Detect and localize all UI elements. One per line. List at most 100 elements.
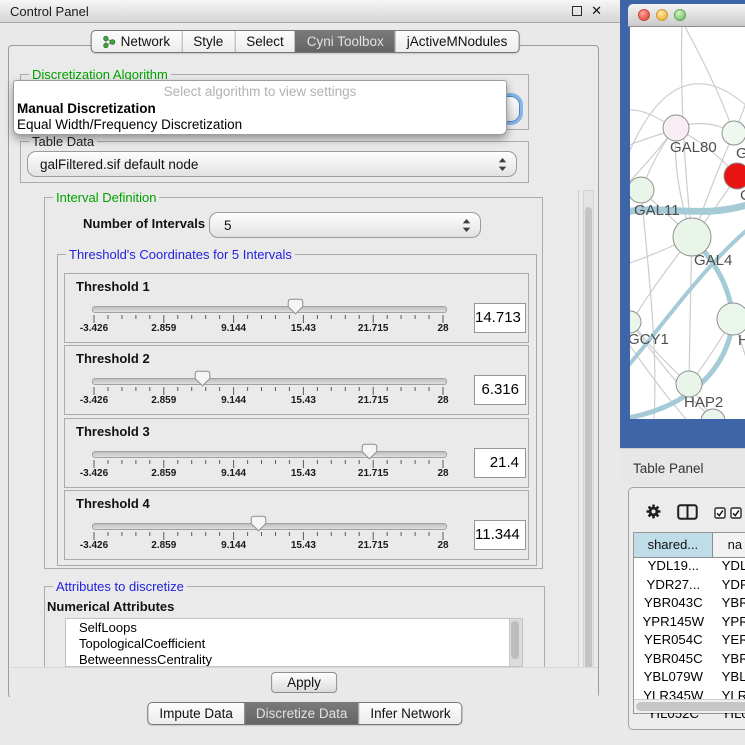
- checkbox-icon[interactable]: [714, 507, 726, 519]
- network-node-gal80[interactable]: [663, 115, 689, 141]
- close-traffic-light[interactable]: [638, 9, 650, 21]
- threshold-value-field[interactable]: 21.4: [474, 448, 526, 478]
- attribute-item[interactable]: SelfLoops: [79, 620, 522, 636]
- network-node-gal11[interactable]: [630, 177, 654, 203]
- tab-cyni-toolbox[interactable]: Cyni Toolbox: [295, 31, 395, 52]
- cell-shared-name[interactable]: YPR145W: [634, 614, 713, 633]
- tick-label: 28: [437, 323, 448, 334]
- attributes-list[interactable]: SelfLoopsTopologicalCoefficientBetweenne…: [65, 618, 523, 667]
- slider-track[interactable]: [92, 306, 447, 313]
- apply-button[interactable]: Apply: [271, 672, 337, 693]
- threshold-value-field[interactable]: 14.713: [474, 303, 526, 333]
- network-node-ga[interactable]: [722, 121, 745, 145]
- tick-label: -3.426: [80, 540, 108, 551]
- attribute-item[interactable]: BetweennessCentrality: [79, 652, 522, 667]
- tab-jactivemnodules[interactable]: jActiveMNodules: [395, 31, 519, 52]
- table-row[interactable]: YBR045CYBR0: [634, 651, 745, 670]
- panel-inner-edge: [578, 190, 579, 696]
- zoom-traffic-light[interactable]: [674, 9, 686, 21]
- slider-thumb[interactable]: [194, 370, 211, 387]
- table-row[interactable]: YBL079WYBL0: [634, 669, 745, 688]
- slider-track[interactable]: [92, 378, 447, 385]
- cell-name[interactable]: YBR0: [713, 651, 745, 670]
- table-panel-titlebar: Table Panel: [620, 448, 745, 485]
- network-node-label: H: [738, 332, 745, 349]
- cell-shared-name[interactable]: YDL19...: [634, 558, 713, 577]
- tab-impute-data[interactable]: Impute Data: [148, 703, 244, 724]
- checkbox-icon[interactable]: [730, 507, 742, 519]
- slider-thumb[interactable]: [287, 298, 304, 315]
- horizontal-scrollbar[interactable]: [634, 699, 745, 713]
- cell-shared-name[interactable]: YBL079W: [634, 669, 713, 688]
- tab-style[interactable]: Style: [181, 31, 234, 52]
- network-icon: [103, 35, 116, 49]
- slider-track[interactable]: [92, 523, 447, 530]
- cell-name[interactable]: YDR2: [713, 577, 745, 596]
- threshold-label: Threshold 4: [76, 496, 150, 511]
- threshold-value-field[interactable]: 11.344: [474, 520, 526, 550]
- table-header-row: shared... na: [634, 533, 745, 558]
- close-icon[interactable]: ✕: [591, 0, 602, 22]
- float-window-icon[interactable]: [572, 6, 582, 16]
- cell-name[interactable]: YDL1: [713, 558, 745, 577]
- threshold-value-field[interactable]: 6.316: [474, 375, 526, 405]
- tab-label: Network: [121, 33, 171, 50]
- tab-infer-network[interactable]: Infer Network: [358, 703, 461, 724]
- table-data-combo[interactable]: galFiltered.sif default node: [27, 151, 517, 177]
- network-node-c[interactable]: [724, 163, 745, 189]
- cell-shared-name[interactable]: YDR27...: [634, 577, 713, 596]
- network-canvas[interactable]: GAL80GACGAL11GAL4GCY1HHAP2: [630, 27, 745, 419]
- threshold-label: Threshold 2: [76, 351, 150, 366]
- network-node-gcy1[interactable]: [630, 311, 641, 333]
- tab-select[interactable]: Select: [234, 31, 295, 52]
- network-node-gal4[interactable]: [673, 218, 711, 256]
- threshold-panel-1: Threshold 1-3.4262.8599.14415.4321.71528…: [64, 273, 529, 343]
- cell-name[interactable]: YER0: [713, 632, 745, 651]
- tick-label: 9.144: [221, 468, 246, 479]
- gear-icon[interactable]: [646, 504, 661, 519]
- table-row[interactable]: YBR043CYBR0: [634, 595, 745, 614]
- columns-icon[interactable]: [677, 504, 698, 520]
- attribute-item[interactable]: TopologicalCoefficient: [79, 636, 522, 652]
- cell-name[interactable]: YPR1: [713, 614, 745, 633]
- column-header-shared-name[interactable]: shared...: [634, 533, 713, 558]
- tick-label: -3.426: [80, 468, 108, 479]
- cell-shared-name[interactable]: YBR043C: [634, 595, 713, 614]
- cell-name[interactable]: YBR0: [713, 595, 745, 614]
- slider-ticks: [92, 314, 445, 325]
- cell-shared-name[interactable]: YBR045C: [634, 651, 713, 670]
- table-row[interactable]: YER054CYER0: [634, 632, 745, 651]
- tick-label: -3.426: [80, 395, 108, 406]
- dropdown-option-equal-width-frequency[interactable]: Equal Width/Frequency Discretization: [14, 117, 506, 133]
- control-panel: Control Panel ✕ NetworkStyleSelectCyni T…: [0, 0, 620, 745]
- slider-track[interactable]: [92, 451, 447, 458]
- list-scrollbar[interactable]: [509, 619, 522, 666]
- slider-thumb[interactable]: [250, 515, 267, 532]
- table-row[interactable]: YPR145WYPR1: [634, 614, 745, 633]
- interval-definition-group: Interval Definition Number of Intervals …: [44, 197, 543, 569]
- cell-name[interactable]: YBL0: [713, 669, 745, 688]
- column-header-name[interactable]: na: [713, 533, 745, 558]
- thresholds-group: Threshold's Coordinates for 5 Intervals …: [57, 254, 537, 566]
- tab-discretize-data[interactable]: Discretize Data: [244, 703, 359, 724]
- dropdown-option-manual-discretization[interactable]: Manual Discretization: [14, 101, 506, 117]
- network-node-label: GAL11: [634, 202, 680, 219]
- threshold-label: Threshold 1: [76, 279, 150, 294]
- attributes-group: Attributes to discretize Numerical Attri…: [44, 586, 545, 671]
- group-title: Table Data: [29, 134, 97, 149]
- minimize-traffic-light[interactable]: [656, 9, 668, 21]
- number-of-intervals-label: Number of Intervals: [83, 216, 205, 231]
- number-of-intervals-combo[interactable]: 5: [209, 212, 481, 238]
- tick-label: 28: [437, 468, 448, 479]
- cell-shared-name[interactable]: YER054C: [634, 632, 713, 651]
- threshold-panel-4: Threshold 4-3.4262.8599.14415.4321.71528…: [64, 490, 529, 560]
- slider-thumb[interactable]: [361, 443, 378, 460]
- network-node-h[interactable]: [717, 303, 745, 335]
- tick-label: 2.859: [151, 323, 176, 334]
- table-row[interactable]: YDL19...YDL1: [634, 558, 745, 577]
- tick-label: 2.859: [151, 468, 176, 479]
- tab-label: Impute Data: [159, 705, 233, 722]
- table-row[interactable]: YDR27...YDR2: [634, 577, 745, 596]
- tab-network[interactable]: Network: [92, 31, 182, 52]
- vertical-scrollbar[interactable]: [583, 190, 594, 696]
